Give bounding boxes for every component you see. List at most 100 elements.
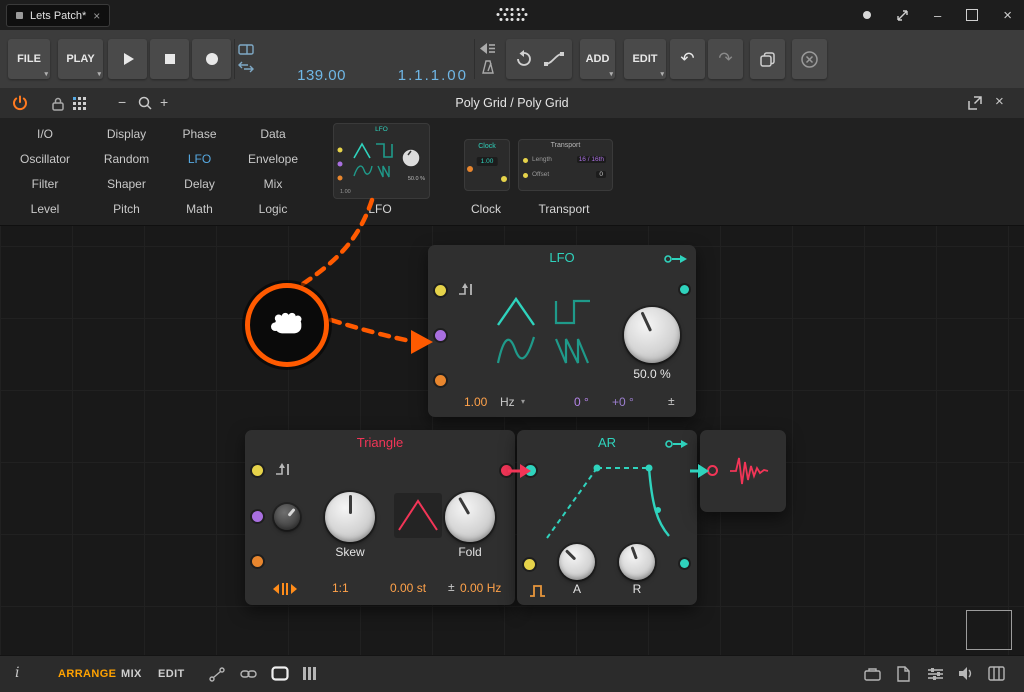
port-mod-purple[interactable] xyxy=(435,330,446,341)
minimize-icon[interactable]: – xyxy=(934,9,941,22)
lfo-rate-unit[interactable]: Hz xyxy=(500,395,515,409)
panel-close-icon[interactable]: × xyxy=(995,93,1004,110)
port-out-teal[interactable] xyxy=(680,285,689,294)
loop-icon[interactable] xyxy=(514,50,534,68)
lfo-waveform-selector[interactable] xyxy=(490,293,602,371)
port-phase-yellow[interactable] xyxy=(252,465,263,476)
category-display[interactable]: Display xyxy=(107,127,146,141)
lfo-phase-offset[interactable]: +0 ° xyxy=(612,395,634,409)
stop-button[interactable] xyxy=(150,39,189,79)
category-envelope[interactable]: Envelope xyxy=(248,152,298,166)
ar-module[interactable]: AR A R xyxy=(517,430,697,605)
play-menu-button[interactable]: PLAY ▾ xyxy=(58,39,103,79)
retrigger-icon[interactable] xyxy=(458,283,474,297)
pitch-value[interactable]: 0.00 st xyxy=(390,581,426,595)
caret-down-icon[interactable]: ▾ xyxy=(521,397,525,406)
output-connector-icon[interactable] xyxy=(664,254,688,264)
circle-x-icon xyxy=(801,51,818,68)
edit-button[interactable]: EDIT ▾ xyxy=(624,39,666,79)
phase-mod-knob[interactable] xyxy=(274,504,300,530)
add-button[interactable]: ADD ▾ xyxy=(580,39,615,79)
category-pitch[interactable]: Pitch xyxy=(113,202,140,216)
project-tab-close-icon[interactable]: × xyxy=(93,10,100,22)
file-browser-icon[interactable] xyxy=(897,666,910,682)
port-mod-purple[interactable] xyxy=(252,511,263,522)
fullscreen-icon[interactable] xyxy=(896,9,909,22)
edit-tab[interactable]: EDIT xyxy=(158,668,185,680)
mix-tab[interactable]: MIX xyxy=(121,668,142,680)
category-oscillator[interactable]: Oscillator xyxy=(20,152,70,166)
columns-icon[interactable] xyxy=(302,667,316,680)
arrange-tab[interactable]: ARRANGE xyxy=(58,668,116,680)
category-random[interactable]: Random xyxy=(104,152,149,166)
retrigger-icon[interactable] xyxy=(275,463,291,477)
project-panel-icon[interactable] xyxy=(864,667,881,681)
position-display[interactable]: 1.1.1.00 xyxy=(352,67,468,84)
port-pitch-orange[interactable] xyxy=(252,556,263,567)
lfo-module[interactable]: LFO 50.0 % 1.00 Hz ▾ 0 ° +0 ° ± xyxy=(428,245,696,417)
redo-button[interactable]: ↷ xyxy=(708,39,743,79)
category-lfo[interactable]: LFO xyxy=(188,152,211,166)
lfo-amount-value[interactable]: 50.0 % xyxy=(618,367,686,381)
port-rate-orange[interactable] xyxy=(435,375,446,386)
maximize-icon[interactable] xyxy=(966,9,978,21)
attack-knob[interactable] xyxy=(559,544,595,580)
unison-spread-icon[interactable] xyxy=(271,582,299,596)
status-dot-icon[interactable] xyxy=(863,11,871,19)
lfo-rate-value[interactable]: 1.00 xyxy=(464,395,487,409)
freq-value[interactable]: 0.00 Hz xyxy=(460,581,501,595)
port-gate-yellow[interactable] xyxy=(524,559,535,570)
routing-icon[interactable] xyxy=(209,667,225,682)
lfo-amount-knob[interactable] xyxy=(624,307,680,363)
category-io[interactable]: I/O xyxy=(37,127,53,141)
piano-panel-icon[interactable] xyxy=(988,666,1005,681)
category-data[interactable]: Data xyxy=(260,127,285,141)
fold-knob[interactable] xyxy=(445,492,495,542)
automation-curve-icon[interactable] xyxy=(544,52,564,66)
category-filter[interactable]: Filter xyxy=(32,177,59,191)
port-out2-teal[interactable] xyxy=(680,559,689,568)
lfo-phase-value[interactable]: 0 ° xyxy=(574,395,589,409)
file-button[interactable]: FILE ▾ xyxy=(8,39,50,79)
undo-button[interactable]: ↶ xyxy=(670,39,705,79)
clock-module-preview[interactable]: Clock 1.00 xyxy=(464,139,510,191)
pop-out-icon[interactable] xyxy=(968,96,982,110)
skew-knob[interactable] xyxy=(325,492,375,542)
category-logic[interactable]: Logic xyxy=(259,202,288,216)
file-button-label: FILE xyxy=(17,53,41,65)
device-panel-toggle-icon[interactable] xyxy=(271,666,289,681)
category-delay[interactable]: Delay xyxy=(184,177,215,191)
window-close-icon[interactable]: × xyxy=(1003,8,1012,23)
category-shaper[interactable]: Shaper xyxy=(107,177,146,191)
port-out-red[interactable] xyxy=(501,465,512,476)
port-in-red-ring[interactable] xyxy=(707,465,718,476)
triangle-module[interactable]: Triangle Skew Fold 1:1 0.00 st ± 0.00 Hz xyxy=(245,430,515,605)
transport-module-preview[interactable]: Transport Length 16 / 16th Offset 0 xyxy=(518,139,613,191)
tempo-display[interactable]: 139.00 xyxy=(250,67,346,84)
port-pre-yellow[interactable] xyxy=(435,285,446,296)
duplicate-button[interactable] xyxy=(750,39,785,79)
category-level[interactable]: Level xyxy=(31,202,60,216)
port-in-teal[interactable] xyxy=(525,465,536,476)
mixer-panel-icon[interactable] xyxy=(927,667,944,681)
metronome-icon[interactable] xyxy=(481,60,495,74)
follow-playhead-icon[interactable] xyxy=(479,42,497,55)
play-button[interactable] xyxy=(108,39,147,79)
link-icon[interactable] xyxy=(240,667,257,681)
lfo-module-preview[interactable]: LFO 1.00 50.0 % xyxy=(333,123,430,199)
ratio-value[interactable]: 1:1 xyxy=(332,581,349,595)
project-tab[interactable]: Lets Patch* × xyxy=(6,4,110,27)
lfo-bipolar-toggle[interactable]: ± xyxy=(668,394,675,408)
output-connector-icon[interactable] xyxy=(665,439,689,449)
speaker-icon[interactable] xyxy=(958,666,974,681)
release-knob[interactable] xyxy=(619,544,655,580)
gate-mode-icon[interactable] xyxy=(529,583,549,598)
audio-sidechain-module[interactable] xyxy=(700,430,786,512)
info-icon[interactable]: i xyxy=(15,665,20,681)
freq-bipolar-toggle[interactable]: ± xyxy=(448,580,455,594)
category-mix[interactable]: Mix xyxy=(264,177,283,191)
record-button[interactable] xyxy=(192,39,231,79)
category-math[interactable]: Math xyxy=(186,202,213,216)
dismiss-button[interactable] xyxy=(792,39,827,79)
category-phase[interactable]: Phase xyxy=(182,127,216,141)
